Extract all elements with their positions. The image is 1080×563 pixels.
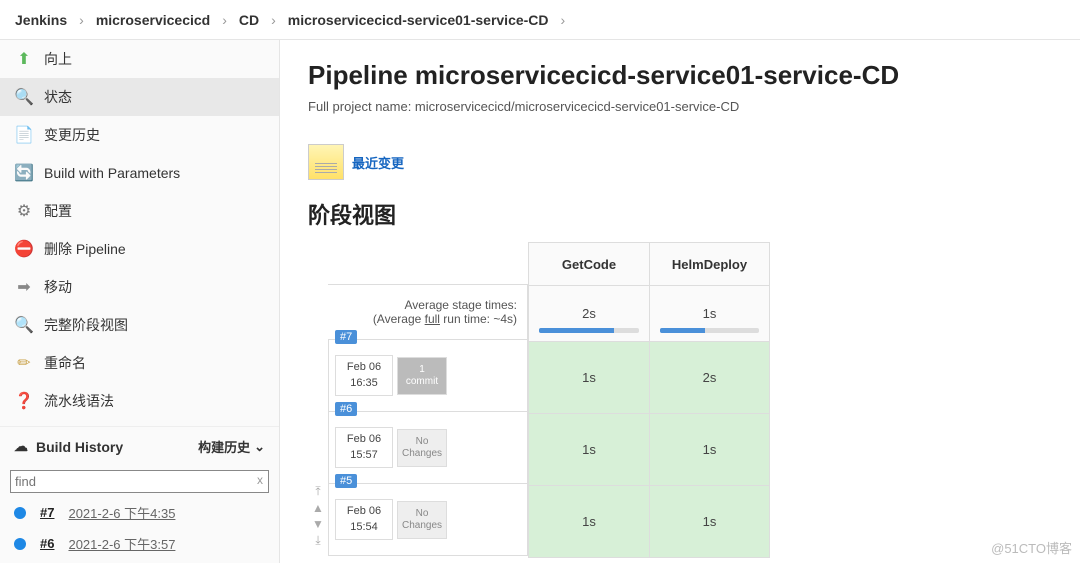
chevron-right-icon: › xyxy=(222,12,227,28)
stage-cell[interactable]: 2s xyxy=(649,341,769,413)
sidebar-item-label: 流水线语法 xyxy=(44,391,114,411)
page-title: Pipeline microservicecicd-service01-serv… xyxy=(308,60,1052,91)
sidebar-item[interactable]: ⬆ 向上 xyxy=(0,40,279,78)
build-history-row[interactable]: #6 2021-2-6 下午3:57 xyxy=(0,528,279,559)
build-history-title-cn: 构建历史 xyxy=(198,437,250,456)
chevron-down-icon[interactable]: ⌄ xyxy=(254,439,265,455)
sidebar-item[interactable]: ⛔ 删除 Pipeline xyxy=(0,230,279,268)
stage-header: HelmDeploy xyxy=(649,243,769,285)
arrow-down-icon[interactable]: ▼ xyxy=(312,517,324,531)
sidebar-icon: ⚙ xyxy=(14,201,34,221)
chevron-right-icon: › xyxy=(271,12,276,28)
stage-avg-cell: 1s xyxy=(649,285,769,341)
sidebar-item-label: 重命名 xyxy=(44,353,86,373)
stage-cell[interactable]: 1s xyxy=(649,413,769,485)
run-time: Feb 0615:57 xyxy=(335,427,393,468)
sidebar-icon: 📄 xyxy=(14,125,34,145)
stage-cell[interactable]: 1s xyxy=(529,413,649,485)
avg-stage-label: Average stage times:(Average full run ti… xyxy=(328,284,528,340)
status-ball-icon xyxy=(14,538,26,550)
find-wrap: x xyxy=(10,470,269,493)
scroll-arrows: ⤒ ▲ ▼ ⤓ xyxy=(308,242,328,558)
recent-changes-link[interactable]: 最近变更 xyxy=(352,153,404,172)
run-time: Feb 0615:54 xyxy=(335,499,393,540)
sidebar-item-label: 向上 xyxy=(44,49,72,69)
sidebar-item-label: 配置 xyxy=(44,201,72,221)
page-subtitle: Full project name: microservicecicd/micr… xyxy=(308,99,1052,114)
run-changes: NoChanges xyxy=(397,429,447,467)
build-timestamp[interactable]: 2021-2-6 下午3:57 xyxy=(68,534,175,553)
run-changes: NoChanges xyxy=(397,501,447,539)
watermark: @51CTO博客 xyxy=(991,538,1072,557)
stage-cell[interactable]: 1s xyxy=(529,485,649,557)
cloud-icon: ☁ xyxy=(14,438,28,455)
sidebar-item-label: Build with Parameters xyxy=(44,165,180,181)
build-history-row[interactable]: #7 2021-2-6 下午4:35 xyxy=(0,497,279,528)
sidebar-item[interactable]: ❓ 流水线语法 xyxy=(0,382,279,420)
sidebar-item-label: 状态 xyxy=(44,87,72,107)
build-timestamp[interactable]: 2021-2-6 下午4:35 xyxy=(68,503,175,522)
search-input[interactable] xyxy=(10,470,269,493)
arrow-bottom-icon[interactable]: ⤓ xyxy=(315,533,320,548)
stage-run-label[interactable]: #7Feb 0616:351commit xyxy=(328,340,528,412)
stage-header: GetCode xyxy=(529,243,649,285)
recent-changes[interactable]: 最近变更 xyxy=(308,144,1052,180)
run-time: Feb 0616:35 xyxy=(335,355,393,396)
stage-view-title: 阶段视图 xyxy=(308,198,1052,230)
sidebar-icon: ⬆ xyxy=(14,49,34,69)
sidebar-item[interactable]: 📄 变更历史 xyxy=(0,116,279,154)
sidebar-item[interactable]: 🔍 完整阶段视图 xyxy=(0,306,279,344)
breadcrumb: Jenkins › microservicecicd › CD › microservice… xyxy=(0,0,1080,40)
build-number[interactable]: #6 xyxy=(40,536,54,551)
sidebar-icon: ❓ xyxy=(14,391,34,411)
run-changes: 1commit xyxy=(397,357,447,395)
breadcrumb-item[interactable]: microservicecicd-service01-service-CD xyxy=(288,12,549,28)
breadcrumb-item[interactable]: Jenkins xyxy=(15,12,67,28)
sidebar-item[interactable]: 🔄 Build with Parameters xyxy=(0,154,279,192)
main-content: Pipeline microservicecicd-service01-serv… xyxy=(280,40,1080,563)
breadcrumb-item[interactable]: CD xyxy=(239,12,259,28)
build-number[interactable]: #7 xyxy=(40,505,54,520)
sidebar-item-label: 变更历史 xyxy=(44,125,100,145)
run-tag: #5 xyxy=(335,474,357,488)
sidebar-item-label: 移动 xyxy=(44,277,72,297)
run-tag: #7 xyxy=(335,330,357,344)
run-tag: #6 xyxy=(335,402,357,416)
build-history-title-en: Build History xyxy=(36,439,123,455)
close-icon[interactable]: x xyxy=(257,473,263,487)
sidebar-item[interactable]: 🔍 状态 xyxy=(0,78,279,116)
sidebar-item[interactable]: ➡ 移动 xyxy=(0,268,279,306)
breadcrumb-item[interactable]: microservicecicd xyxy=(96,12,210,28)
sidebar-item[interactable]: ⚙ 配置 xyxy=(0,192,279,230)
build-history-row[interactable]: #52021-2-6 下午3:54 xyxy=(0,559,279,563)
sidebar-icon: ➡ xyxy=(14,277,34,297)
sidebar-icon: ✏ xyxy=(14,353,34,373)
stage-run-label[interactable]: #6Feb 0615:57NoChanges xyxy=(328,412,528,484)
stage-cell[interactable]: 1s xyxy=(529,341,649,413)
sidebar-item[interactable]: ✏ 重命名 xyxy=(0,344,279,382)
sidebar-icon: 🔍 xyxy=(14,87,34,107)
sidebar-item-label: 删除 Pipeline xyxy=(44,239,126,259)
sidebar-item-label: 完整阶段视图 xyxy=(44,315,128,335)
status-ball-icon xyxy=(14,507,26,519)
sidebar: ⬆ 向上 🔍 状态 📄 变更历史 🔄 Build with Parameters ⚙ 配置 ⛔ 删除 … xyxy=(0,40,280,563)
sidebar-icon: 🔍 xyxy=(14,315,34,335)
sidebar-icon: 🔄 xyxy=(14,163,34,183)
stage-avg-cell: 2s xyxy=(529,285,649,341)
stage-view: ⤒ ▲ ▼ ⤓ Average stage times:(Average ful… xyxy=(308,242,1052,558)
arrow-up-icon[interactable]: ▲ xyxy=(312,501,324,515)
build-history-header: ☁ Build History 构建历史 ⌄ xyxy=(0,426,279,466)
sidebar-icon: ⛔ xyxy=(14,239,34,259)
notepad-icon xyxy=(308,144,344,180)
arrow-top-icon[interactable]: ⤒ xyxy=(315,484,320,499)
chevron-right-icon: › xyxy=(561,12,566,28)
stage-run-label[interactable]: #5Feb 0615:54NoChanges xyxy=(328,484,528,556)
stage-cell[interactable]: 1s xyxy=(649,485,769,557)
chevron-right-icon: › xyxy=(79,12,84,28)
